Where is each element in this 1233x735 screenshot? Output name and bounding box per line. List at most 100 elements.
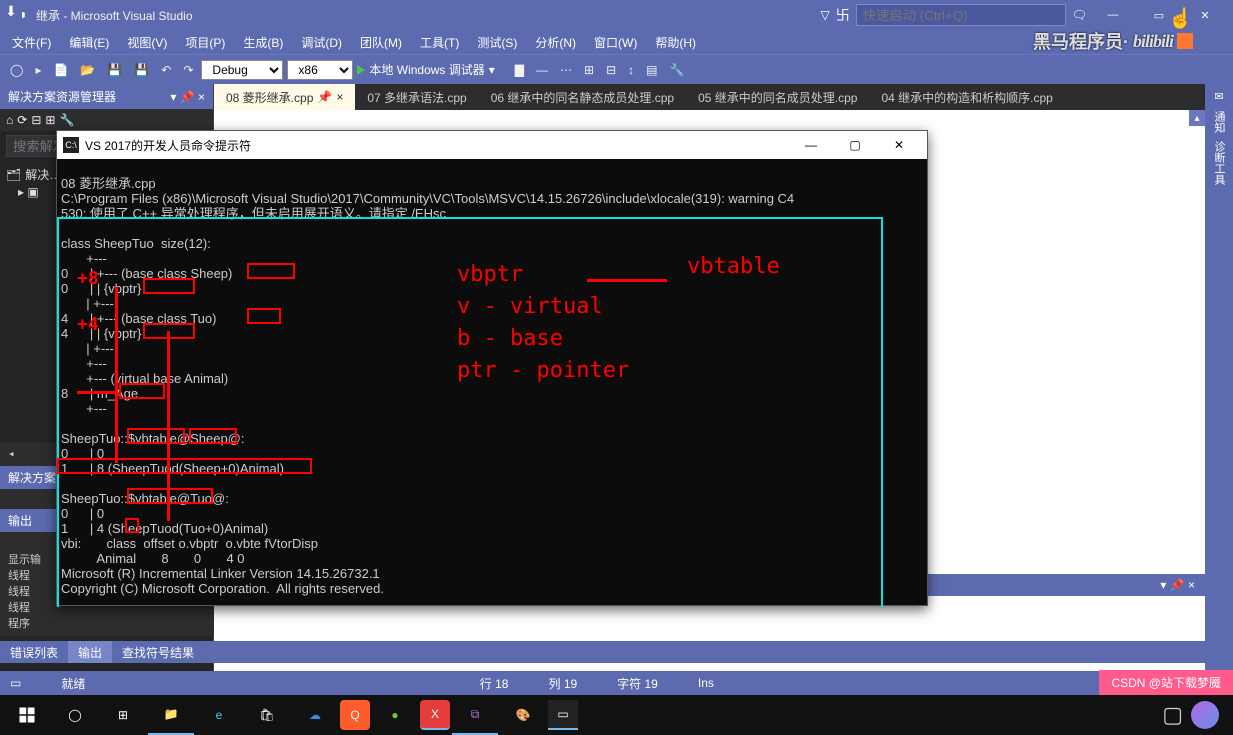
tb-icon-1[interactable]: ▇ — [511, 61, 528, 79]
console-title: VS 2017的开发人员命令提示符 — [85, 137, 251, 154]
tab-07[interactable]: 07 多继承语法.cpp — [355, 84, 478, 110]
showall-icon[interactable]: ⊞ — [45, 113, 55, 127]
feedback-icon[interactable]: 卐 — [836, 5, 850, 25]
avatar-icon[interactable] — [1191, 701, 1219, 729]
panel-close-icon[interactable]: × — [198, 90, 205, 104]
tab-08[interactable]: 08 菱形继承.cpp📌× — [214, 84, 355, 110]
tab-06[interactable]: 06 继承中的同名静态成员处理.cpp — [479, 84, 686, 110]
ann-vbptr: vbptr — [457, 267, 523, 282]
console-min-button[interactable]: — — [789, 131, 833, 159]
console-max-button[interactable]: ▢ — [833, 131, 877, 159]
menu-project[interactable]: 项目(P) — [177, 32, 233, 53]
menu-view[interactable]: 视图(V) — [119, 32, 175, 53]
tb-icon-3[interactable]: ⋯ — [556, 61, 576, 79]
status-ins: Ins — [698, 676, 714, 690]
green-app-icon[interactable]: ● — [372, 695, 418, 735]
ann-ptr: ptr - pointer — [457, 363, 629, 378]
minimize-button[interactable]: — — [1093, 1, 1133, 29]
quick-launch-input[interactable] — [856, 4, 1066, 26]
box-sheep — [247, 263, 295, 279]
menu-analyze[interactable]: 分析(N) — [527, 32, 584, 53]
video-watermark: 黑马程序员· bilibili — [1033, 28, 1193, 54]
tab-findsymbol[interactable]: 查找符号结果 — [112, 641, 204, 663]
flag-icon[interactable]: ▽ — [821, 8, 830, 22]
edge-icon[interactable]: e — [196, 695, 242, 735]
orange-square-icon — [1177, 33, 1193, 49]
nav-fwd-icon[interactable]: ▸ — [31, 61, 45, 79]
ann-v: v - virtual — [457, 299, 603, 314]
tab-errorlist[interactable]: 错误列表 — [0, 641, 68, 663]
menu-team[interactable]: 团队(M) — [352, 32, 410, 53]
run-label: 本地 Windows 调试器 — [369, 61, 484, 78]
tb-icon-5[interactable]: ⊟ — [602, 61, 620, 79]
csdn-watermark: CSDN @站下载梦魇 — [1099, 670, 1233, 695]
ann-b: b - base — [457, 331, 563, 346]
refresh-icon[interactable]: ⟳ — [17, 113, 27, 127]
qq-icon[interactable]: Q — [340, 700, 370, 730]
download-hint-icon: ⬇ — [0, 0, 22, 22]
solution-toolbar: ⌂ ⟳ ⊟ ⊞ 🔧 — [0, 109, 213, 131]
cloud-icon[interactable]: ☁ — [292, 695, 338, 735]
console-body[interactable]: 08 菱形继承.cpp C:\Program Files (x86)\Micro… — [57, 159, 927, 607]
tb-icon-8[interactable]: 🔧 — [666, 61, 689, 79]
menu-tools[interactable]: 工具(T) — [412, 32, 467, 53]
start-button[interactable] — [4, 695, 50, 735]
right-tool-strip: ✉ 通知 诊断工具 — [1205, 84, 1233, 678]
notify-icon[interactable]: ✉ — [1214, 90, 1223, 103]
tb-icon-2[interactable]: — — [532, 61, 552, 79]
box-tuo — [247, 308, 281, 324]
output-tabstrip: 错误列表 输出 查找符号结果 — [0, 641, 1233, 663]
taskview-icon[interactable]: ⊞ — [100, 695, 146, 735]
run-button[interactable]: 本地 Windows 调试器 ▾ — [357, 61, 494, 78]
save-all-icon[interactable]: 💾 — [130, 61, 153, 79]
tb-icon-6[interactable]: ↕ — [624, 61, 638, 79]
menu-debug[interactable]: 调试(D) — [293, 32, 350, 53]
editor-tabstrip: 08 菱形继承.cpp📌× 07 多继承语法.cpp 06 继承中的同名静态成员… — [214, 84, 1205, 110]
tab-04[interactable]: 04 继承中的构造和析构顺序.cpp — [869, 84, 1064, 110]
config-combo[interactable]: Debug — [201, 60, 283, 80]
cortana-icon[interactable]: ◯ — [52, 695, 98, 735]
platform-combo[interactable]: x86 — [287, 60, 353, 80]
tb-icon-7[interactable]: ▤ — [642, 61, 661, 79]
xmind-icon[interactable]: X — [420, 700, 450, 730]
pin-icon[interactable]: 📌 — [317, 90, 332, 104]
taskbar: ◯ ⊞ 📁 e 🛍 ☁ Q ● X ⧉ 🎨 ▭ ▢ — [0, 695, 1233, 735]
vs-taskbar-icon[interactable]: ⧉ — [452, 695, 498, 735]
status-col: 列 19 — [548, 675, 577, 692]
nav-back-icon[interactable]: ◯ — [6, 61, 27, 79]
open-icon[interactable]: 📂 — [76, 61, 99, 79]
new-item-icon[interactable]: 📄 — [49, 61, 72, 79]
props-icon[interactable]: 🔧 — [59, 113, 74, 127]
redo-icon[interactable]: ↷ — [179, 61, 197, 79]
menu-window[interactable]: 窗口(W) — [586, 32, 645, 53]
save-icon[interactable]: 💾 — [103, 61, 126, 79]
status-ready: 就绪 — [61, 675, 85, 692]
console-window: C:\ VS 2017的开发人员命令提示符 — ▢ ✕ 08 菱形继承.cpp … — [56, 130, 928, 606]
bilibili-tv-icon[interactable]: ▢ — [1162, 702, 1183, 728]
console-close-button[interactable]: ✕ — [877, 131, 921, 159]
pin-icon[interactable]: ▾ 📌 — [170, 90, 194, 104]
tab-05[interactable]: 05 继承中的同名成员处理.cpp — [686, 84, 869, 110]
menu-edit[interactable]: 编辑(E) — [61, 32, 117, 53]
tab-output[interactable]: 输出 — [68, 641, 112, 663]
explorer-icon[interactable]: 📁 — [148, 695, 194, 735]
cmd-taskbar-icon[interactable]: ▭ — [548, 700, 578, 730]
menu-file[interactable]: 文件(F) — [4, 32, 59, 53]
tool-diagnostics[interactable]: 诊断工具 — [1211, 141, 1227, 185]
home-icon[interactable]: ⌂ — [6, 113, 13, 127]
collapse-icon[interactable]: ⊟ — [31, 113, 41, 127]
solution-explorer-title: 解决方案资源管理器 — [8, 88, 116, 105]
cmd-icon: C:\ — [63, 137, 79, 153]
menu-test[interactable]: 测试(S) — [469, 32, 525, 53]
menu-build[interactable]: 生成(B) — [235, 32, 291, 53]
scroll-up-icon[interactable]: ▴ — [1189, 110, 1205, 126]
notifications-icon[interactable]: 🗨 — [1072, 8, 1087, 22]
close-icon[interactable]: × — [336, 90, 343, 104]
menu-help[interactable]: 帮助(H) — [647, 32, 704, 53]
paint-icon[interactable]: 🎨 — [500, 695, 546, 735]
tool-notify[interactable]: 通知 — [1211, 111, 1227, 133]
store-icon[interactable]: 🛍 — [244, 695, 290, 735]
console-titlebar[interactable]: C:\ VS 2017的开发人员命令提示符 — ▢ ✕ — [57, 131, 927, 159]
undo-icon[interactable]: ↶ — [157, 61, 175, 79]
tb-icon-4[interactable]: ⊞ — [580, 61, 598, 79]
